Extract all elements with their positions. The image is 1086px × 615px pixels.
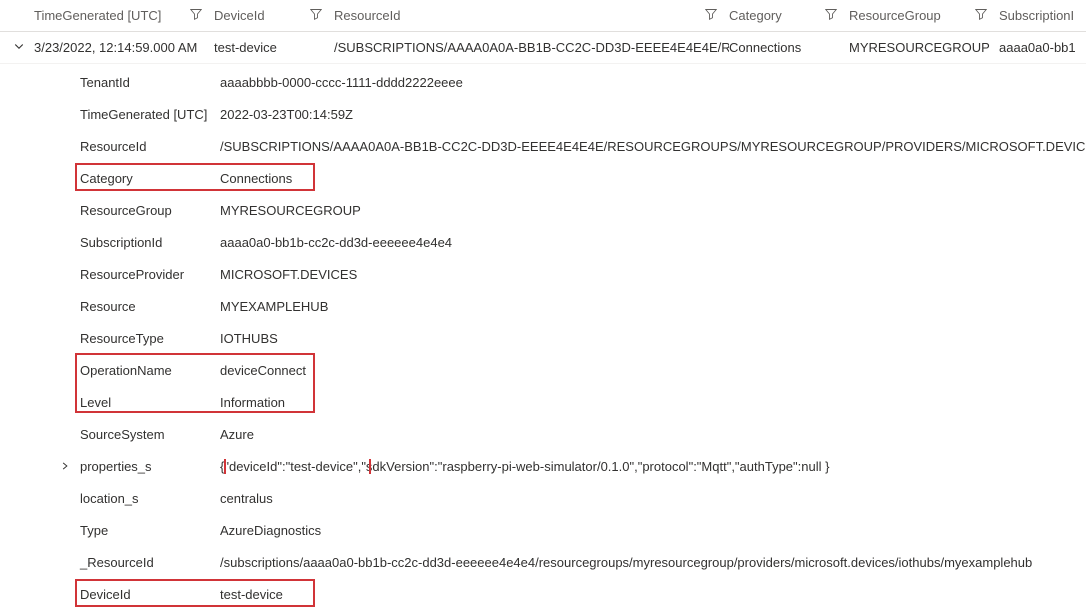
table-header: TimeGenerated [UTC] DeviceId ResourceId … <box>0 0 1086 32</box>
detail-value: {"deviceId":"test-device","sdkVersion":"… <box>220 459 1086 474</box>
detail-row-tenantid: TenantId aaaabbbb-0000-cccc-1111-dddd222… <box>80 66 1086 98</box>
detail-key: SubscriptionId <box>80 235 220 250</box>
detail-value: Connections <box>220 171 1086 186</box>
col-label: ResourceId <box>334 8 400 23</box>
detail-value: Information <box>220 395 1086 410</box>
detail-row-resourcetype: ResourceType IOTHUBS <box>80 322 1086 354</box>
detail-value: test-device <box>220 587 1086 602</box>
detail-row-resourceprovider: ResourceProvider MICROSOFT.DEVICES <box>80 258 1086 290</box>
filter-icon[interactable] <box>825 8 837 23</box>
detail-row-timegenerated: TimeGenerated [UTC] 2022-03-23T00:14:59Z <box>80 98 1086 130</box>
col-header-rg[interactable]: ResourceGroup <box>849 8 999 23</box>
col-label: TimeGenerated [UTC] <box>34 8 161 23</box>
detail-value: IOTHUBS <box>220 331 1086 346</box>
detail-value: 2022-03-23T00:14:59Z <box>220 107 1086 122</box>
detail-value: MYEXAMPLEHUB <box>220 299 1086 314</box>
detail-row-properties: properties_s {"deviceId":"test-device","… <box>80 450 1086 482</box>
detail-key: TimeGenerated [UTC] <box>80 107 220 122</box>
filter-icon[interactable] <box>975 8 987 23</box>
summary-time: 3/23/2022, 12:14:59.000 AM <box>34 40 214 55</box>
col-header-device[interactable]: DeviceId <box>214 8 334 23</box>
filter-icon[interactable] <box>190 8 202 23</box>
detail-key: location_s <box>80 491 220 506</box>
chevron-down-icon[interactable] <box>4 40 34 55</box>
detail-key: properties_s <box>80 459 220 474</box>
summary-row[interactable]: 3/23/2022, 12:14:59.000 AM test-device /… <box>0 32 1086 64</box>
summary-sub: aaaa0a0-bb1 <box>999 40 1086 55</box>
detail-key: _ResourceId <box>80 555 220 570</box>
detail-value: deviceConnect <box>220 363 1086 378</box>
detail-row-location: location_s centralus <box>80 482 1086 514</box>
detail-value: aaaabbbb-0000-cccc-1111-dddd2222eeee <box>220 75 1086 90</box>
col-label: Category <box>729 8 782 23</box>
detail-row-_resourceid: _ResourceId /subscriptions/aaaa0a0-bb1b-… <box>80 546 1086 578</box>
detail-row-deviceid: DeviceId test-device <box>80 578 1086 610</box>
detail-row-level: Level Information <box>80 386 1086 418</box>
detail-key: ResourceGroup <box>80 203 220 218</box>
detail-value: /SUBSCRIPTIONS/AAAA0A0A-BB1B-CC2C-DD3D-E… <box>220 139 1086 154</box>
detail-value: aaaa0a0-bb1b-cc2c-dd3d-eeeeee4e4e4 <box>220 235 1086 250</box>
col-header-category[interactable]: Category <box>729 8 849 23</box>
filter-icon[interactable] <box>310 8 322 23</box>
summary-category: Connections <box>729 40 849 55</box>
summary-resource: /SUBSCRIPTIONS/AAAA0A0A-BB1B-CC2C-DD3D-E… <box>334 40 729 55</box>
detail-row-type: Type AzureDiagnostics <box>80 514 1086 546</box>
col-label: DeviceId <box>214 8 265 23</box>
chevron-right-icon[interactable] <box>50 459 80 474</box>
summary-rg: MYRESOURCEGROUP <box>849 40 999 55</box>
detail-key: ResourceProvider <box>80 267 220 282</box>
detail-value: AzureDiagnostics <box>220 523 1086 538</box>
detail-row-resourceid: ResourceId /SUBSCRIPTIONS/AAAA0A0A-BB1B-… <box>80 130 1086 162</box>
summary-device: test-device <box>214 40 334 55</box>
detail-value: MICROSOFT.DEVICES <box>220 267 1086 282</box>
detail-key: ResourceType <box>80 331 220 346</box>
filter-icon[interactable] <box>705 8 717 23</box>
detail-row-sourcesystem: SourceSystem Azure <box>80 418 1086 450</box>
detail-key: ResourceId <box>80 139 220 154</box>
col-header-resource[interactable]: ResourceId <box>334 8 729 23</box>
details-panel: TenantId aaaabbbb-0000-cccc-1111-dddd222… <box>0 64 1086 610</box>
detail-key: Level <box>80 395 220 410</box>
detail-value: Azure <box>220 427 1086 442</box>
highlight-box <box>75 579 315 607</box>
col-label: ResourceGroup <box>849 8 941 23</box>
detail-row-subscriptionid: SubscriptionId aaaa0a0-bb1b-cc2c-dd3d-ee… <box>80 226 1086 258</box>
detail-key: SourceSystem <box>80 427 220 442</box>
detail-row-resource: Resource MYEXAMPLEHUB <box>80 290 1086 322</box>
detail-key: TenantId <box>80 75 220 90</box>
col-header-sub[interactable]: SubscriptionI <box>999 8 1086 23</box>
detail-row-resourcegroup: ResourceGroup MYRESOURCEGROUP <box>80 194 1086 226</box>
col-label: SubscriptionI <box>999 8 1074 23</box>
detail-key: Type <box>80 523 220 538</box>
detail-value: MYRESOURCEGROUP <box>220 203 1086 218</box>
highlight-box <box>75 163 315 191</box>
highlight-box <box>224 459 371 474</box>
detail-row-category: Category Connections <box>80 162 1086 194</box>
detail-value: /subscriptions/aaaa0a0-bb1b-cc2c-dd3d-ee… <box>220 555 1086 570</box>
col-header-time[interactable]: TimeGenerated [UTC] <box>34 8 214 23</box>
detail-key: Resource <box>80 299 220 314</box>
props-rest: ,"sdkVersion":"raspberry-pi-web-simulato… <box>358 459 830 474</box>
detail-value: centralus <box>220 491 1086 506</box>
detail-row-operationname: OperationName deviceConnect <box>80 354 1086 386</box>
